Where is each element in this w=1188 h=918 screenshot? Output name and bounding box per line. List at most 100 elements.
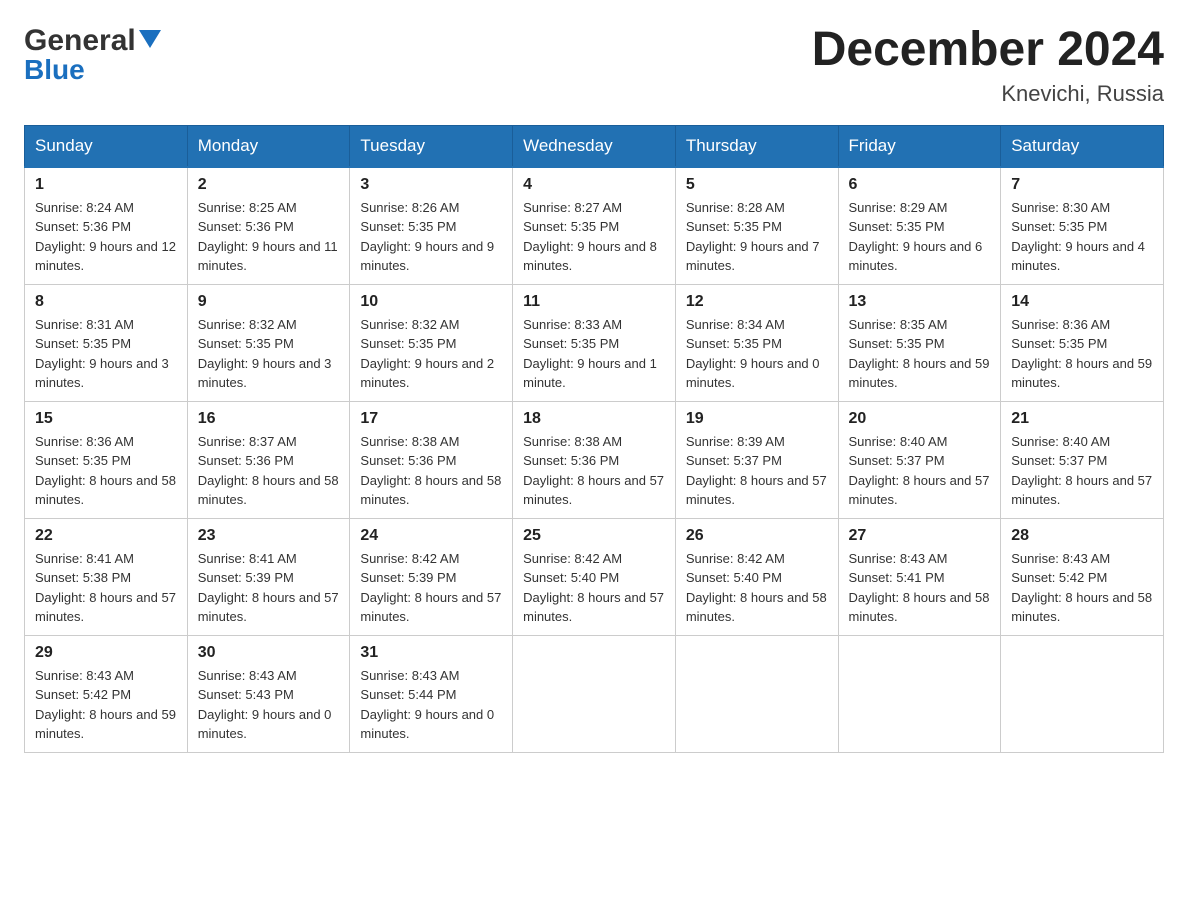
logo: General Blue [24,24,161,86]
page-title: December 2024 [812,24,1164,77]
day-info: Sunrise: 8:25 AM Sunset: 5:36 PM Dayligh… [198,198,340,276]
day-info: Sunrise: 8:43 AM Sunset: 5:41 PM Dayligh… [849,549,991,627]
table-row: 18 Sunrise: 8:38 AM Sunset: 5:36 PM Dayl… [513,401,676,518]
day-number: 24 [360,527,502,545]
day-number: 29 [35,644,177,662]
col-thursday: Thursday [675,125,838,167]
day-number: 3 [360,176,502,194]
day-info: Sunrise: 8:33 AM Sunset: 5:35 PM Dayligh… [523,315,665,393]
table-row: 12 Sunrise: 8:34 AM Sunset: 5:35 PM Dayl… [675,284,838,401]
title-block: December 2024 Knevichi, Russia [812,24,1164,107]
day-info: Sunrise: 8:29 AM Sunset: 5:35 PM Dayligh… [849,198,991,276]
day-info: Sunrise: 8:40 AM Sunset: 5:37 PM Dayligh… [849,432,991,510]
table-row: 11 Sunrise: 8:33 AM Sunset: 5:35 PM Dayl… [513,284,676,401]
day-number: 5 [686,176,828,194]
logo-general-text: General [24,24,136,58]
table-row: 8 Sunrise: 8:31 AM Sunset: 5:35 PM Dayli… [25,284,188,401]
table-row [675,635,838,752]
table-row: 2 Sunrise: 8:25 AM Sunset: 5:36 PM Dayli… [187,167,350,285]
page-header: General Blue December 2024 Knevichi, Rus… [24,24,1164,107]
day-number: 16 [198,410,340,428]
col-sunday: Sunday [25,125,188,167]
col-saturday: Saturday [1001,125,1164,167]
calendar-table: Sunday Monday Tuesday Wednesday Thursday… [24,125,1164,753]
day-info: Sunrise: 8:42 AM Sunset: 5:40 PM Dayligh… [523,549,665,627]
col-wednesday: Wednesday [513,125,676,167]
day-number: 20 [849,410,991,428]
table-row: 19 Sunrise: 8:39 AM Sunset: 5:37 PM Dayl… [675,401,838,518]
day-info: Sunrise: 8:31 AM Sunset: 5:35 PM Dayligh… [35,315,177,393]
day-number: 7 [1011,176,1153,194]
day-info: Sunrise: 8:42 AM Sunset: 5:39 PM Dayligh… [360,549,502,627]
day-info: Sunrise: 8:38 AM Sunset: 5:36 PM Dayligh… [523,432,665,510]
table-row: 9 Sunrise: 8:32 AM Sunset: 5:35 PM Dayli… [187,284,350,401]
day-number: 8 [35,293,177,311]
day-info: Sunrise: 8:40 AM Sunset: 5:37 PM Dayligh… [1011,432,1153,510]
day-info: Sunrise: 8:27 AM Sunset: 5:35 PM Dayligh… [523,198,665,276]
day-info: Sunrise: 8:43 AM Sunset: 5:43 PM Dayligh… [198,666,340,744]
table-row: 15 Sunrise: 8:36 AM Sunset: 5:35 PM Dayl… [25,401,188,518]
day-number: 28 [1011,527,1153,545]
table-row: 24 Sunrise: 8:42 AM Sunset: 5:39 PM Dayl… [350,518,513,635]
calendar-header-row: Sunday Monday Tuesday Wednesday Thursday… [25,125,1164,167]
day-number: 9 [198,293,340,311]
table-row: 7 Sunrise: 8:30 AM Sunset: 5:35 PM Dayli… [1001,167,1164,285]
calendar-week-row: 22 Sunrise: 8:41 AM Sunset: 5:38 PM Dayl… [25,518,1164,635]
day-info: Sunrise: 8:36 AM Sunset: 5:35 PM Dayligh… [35,432,177,510]
day-number: 17 [360,410,502,428]
day-info: Sunrise: 8:32 AM Sunset: 5:35 PM Dayligh… [198,315,340,393]
day-info: Sunrise: 8:39 AM Sunset: 5:37 PM Dayligh… [686,432,828,510]
day-info: Sunrise: 8:35 AM Sunset: 5:35 PM Dayligh… [849,315,991,393]
table-row: 17 Sunrise: 8:38 AM Sunset: 5:36 PM Dayl… [350,401,513,518]
day-info: Sunrise: 8:41 AM Sunset: 5:38 PM Dayligh… [35,549,177,627]
day-info: Sunrise: 8:41 AM Sunset: 5:39 PM Dayligh… [198,549,340,627]
day-info: Sunrise: 8:34 AM Sunset: 5:35 PM Dayligh… [686,315,828,393]
table-row [838,635,1001,752]
col-monday: Monday [187,125,350,167]
table-row: 31 Sunrise: 8:43 AM Sunset: 5:44 PM Dayl… [350,635,513,752]
day-info: Sunrise: 8:32 AM Sunset: 5:35 PM Dayligh… [360,315,502,393]
day-number: 21 [1011,410,1153,428]
day-info: Sunrise: 8:28 AM Sunset: 5:35 PM Dayligh… [686,198,828,276]
table-row: 6 Sunrise: 8:29 AM Sunset: 5:35 PM Dayli… [838,167,1001,285]
day-number: 12 [686,293,828,311]
day-number: 13 [849,293,991,311]
table-row: 29 Sunrise: 8:43 AM Sunset: 5:42 PM Dayl… [25,635,188,752]
day-info: Sunrise: 8:43 AM Sunset: 5:44 PM Dayligh… [360,666,502,744]
logo-blue-text: Blue [24,54,85,86]
day-number: 22 [35,527,177,545]
table-row: 28 Sunrise: 8:43 AM Sunset: 5:42 PM Dayl… [1001,518,1164,635]
day-info: Sunrise: 8:36 AM Sunset: 5:35 PM Dayligh… [1011,315,1153,393]
table-row: 30 Sunrise: 8:43 AM Sunset: 5:43 PM Dayl… [187,635,350,752]
day-number: 19 [686,410,828,428]
day-info: Sunrise: 8:30 AM Sunset: 5:35 PM Dayligh… [1011,198,1153,276]
day-number: 15 [35,410,177,428]
table-row: 16 Sunrise: 8:37 AM Sunset: 5:36 PM Dayl… [187,401,350,518]
day-number: 14 [1011,293,1153,311]
day-number: 25 [523,527,665,545]
col-friday: Friday [838,125,1001,167]
table-row: 10 Sunrise: 8:32 AM Sunset: 5:35 PM Dayl… [350,284,513,401]
day-number: 31 [360,644,502,662]
day-info: Sunrise: 8:42 AM Sunset: 5:40 PM Dayligh… [686,549,828,627]
col-tuesday: Tuesday [350,125,513,167]
day-info: Sunrise: 8:24 AM Sunset: 5:36 PM Dayligh… [35,198,177,276]
day-info: Sunrise: 8:38 AM Sunset: 5:36 PM Dayligh… [360,432,502,510]
table-row: 25 Sunrise: 8:42 AM Sunset: 5:40 PM Dayl… [513,518,676,635]
calendar-week-row: 1 Sunrise: 8:24 AM Sunset: 5:36 PM Dayli… [25,167,1164,285]
logo-triangle-icon [139,30,161,52]
table-row: 27 Sunrise: 8:43 AM Sunset: 5:41 PM Dayl… [838,518,1001,635]
day-info: Sunrise: 8:43 AM Sunset: 5:42 PM Dayligh… [35,666,177,744]
table-row: 13 Sunrise: 8:35 AM Sunset: 5:35 PM Dayl… [838,284,1001,401]
day-number: 6 [849,176,991,194]
table-row: 22 Sunrise: 8:41 AM Sunset: 5:38 PM Dayl… [25,518,188,635]
table-row: 23 Sunrise: 8:41 AM Sunset: 5:39 PM Dayl… [187,518,350,635]
day-number: 1 [35,176,177,194]
day-number: 4 [523,176,665,194]
day-number: 30 [198,644,340,662]
day-number: 18 [523,410,665,428]
table-row: 4 Sunrise: 8:27 AM Sunset: 5:35 PM Dayli… [513,167,676,285]
table-row: 3 Sunrise: 8:26 AM Sunset: 5:35 PM Dayli… [350,167,513,285]
day-number: 10 [360,293,502,311]
calendar-week-row: 8 Sunrise: 8:31 AM Sunset: 5:35 PM Dayli… [25,284,1164,401]
